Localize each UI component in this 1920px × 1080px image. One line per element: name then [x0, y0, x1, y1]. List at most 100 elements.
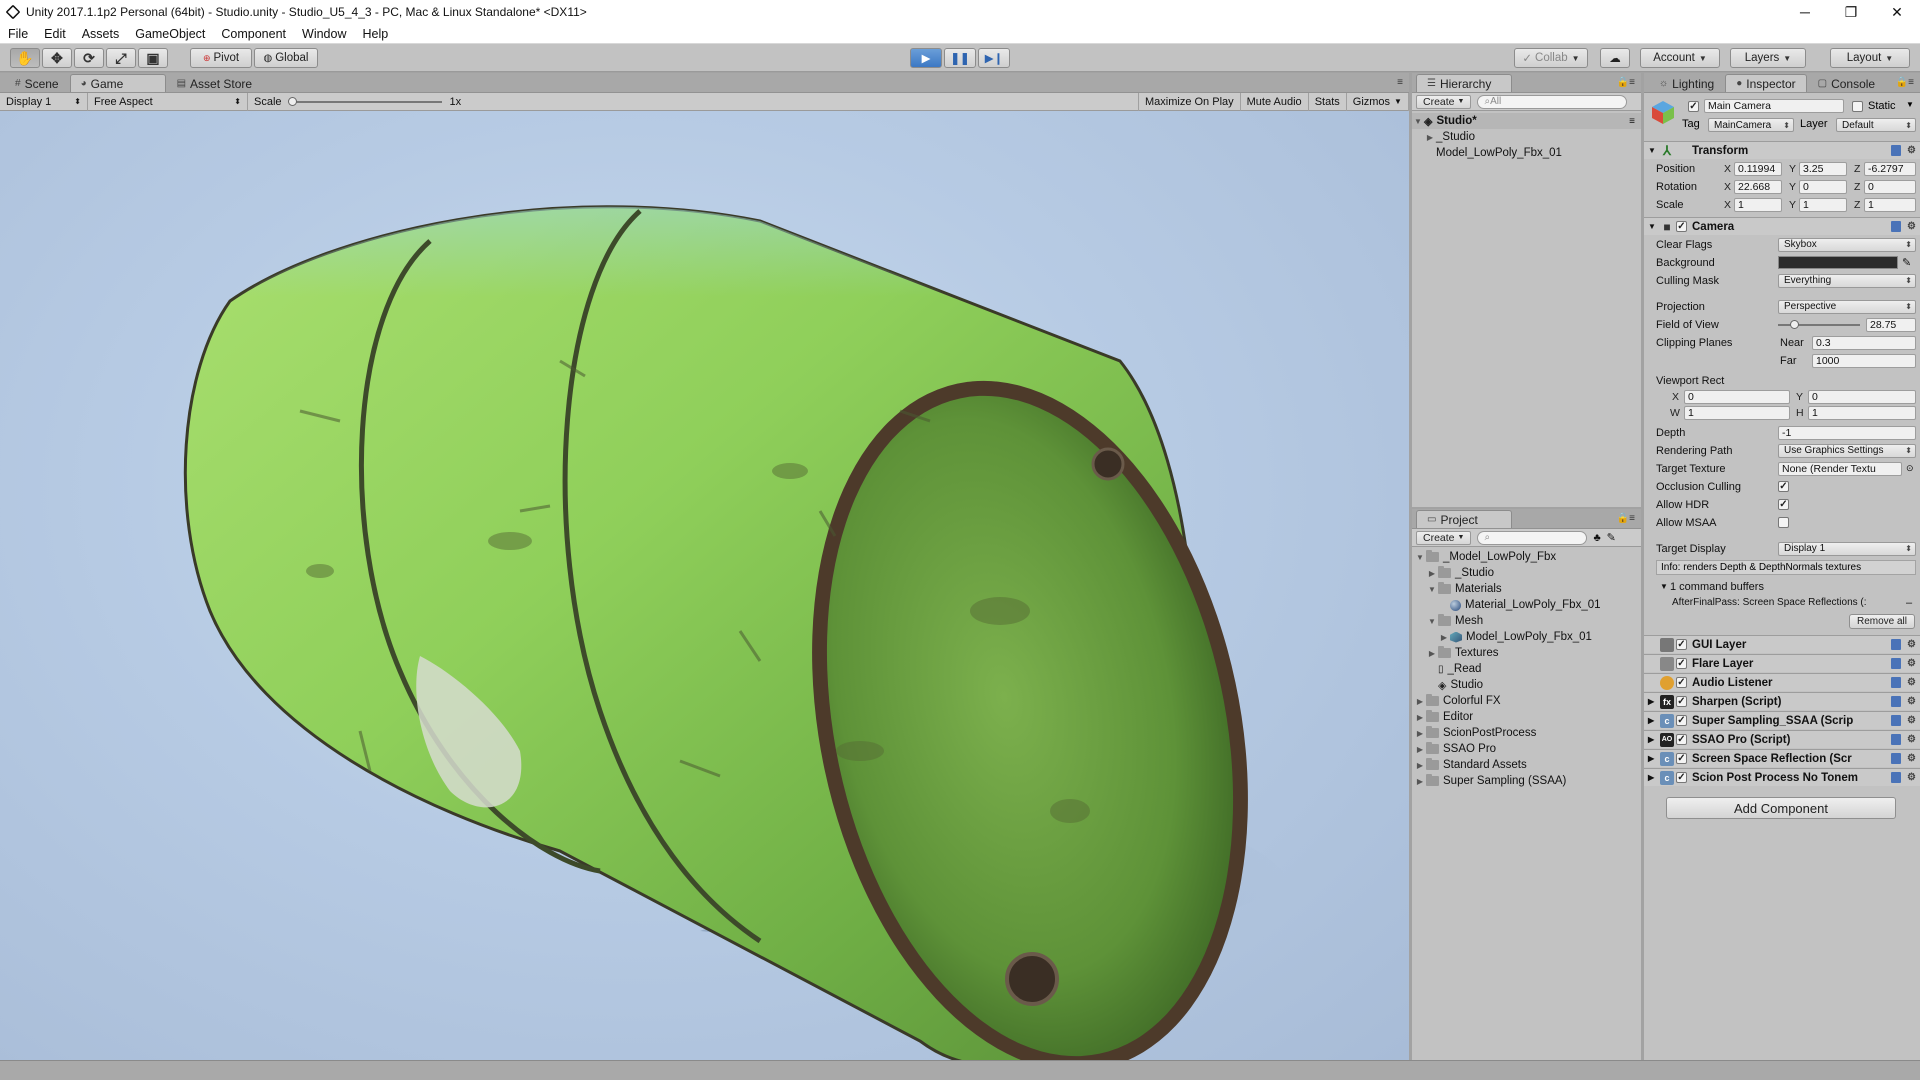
rotation-y-field[interactable]: 0 [1799, 179, 1847, 194]
projection-dropdown[interactable]: Perspective [1778, 299, 1916, 314]
cloud-button[interactable]: ☁ [1600, 48, 1630, 68]
menu-file[interactable]: File [0, 27, 36, 41]
add-component-button[interactable]: Add Component [1666, 797, 1896, 819]
help-book-icon[interactable] [1891, 772, 1902, 783]
near-field[interactable]: 0.3 [1812, 335, 1916, 350]
project-item[interactable]: ▶ SSAO Pro [1412, 741, 1641, 757]
move-tool-button[interactable]: ✥ [42, 48, 72, 68]
filter-type-icon[interactable]: ♣ [1593, 532, 1600, 544]
help-book-icon[interactable] [1891, 715, 1902, 726]
component-gui-layer[interactable]: ✓ GUI Layer ⚙ [1644, 635, 1920, 653]
scale-y-field[interactable]: 1 [1799, 197, 1847, 212]
remove-buffer-icon[interactable]: – [1906, 597, 1912, 609]
maximize-button[interactable]: ❐ [1828, 0, 1874, 24]
component-super-sampling[interactable]: ▶ c ✓ Super Sampling_SSAA (Scrip ⚙ [1644, 711, 1920, 729]
project-item[interactable]: ▼ Mesh [1412, 613, 1641, 629]
collapse-arrow-icon[interactable]: ▶ [1438, 633, 1450, 642]
game-view-viewport[interactable] [0, 111, 1409, 1060]
viewport-w-field[interactable]: 1 [1684, 405, 1790, 420]
scale-z-field[interactable]: 1 [1864, 197, 1916, 212]
hierarchy-item-studio[interactable]: ▶ _Studio [1412, 129, 1641, 145]
hand-tool-button[interactable]: ✋ [10, 48, 40, 68]
rect-tool-button[interactable]: ▣ [138, 48, 168, 68]
component-flare-layer[interactable]: ✓ Flare Layer ⚙ [1644, 654, 1920, 672]
gizmos-dropdown[interactable]: Gizmos ▼ [1347, 92, 1409, 111]
expand-arrow-icon[interactable]: ▼ [1648, 146, 1656, 155]
component-enabled-checkbox[interactable]: ✓ [1676, 753, 1687, 764]
help-book-icon[interactable] [1891, 734, 1902, 745]
collapse-arrow-icon[interactable]: ▶ [1414, 761, 1426, 770]
component-enabled-checkbox[interactable]: ✓ [1676, 772, 1687, 783]
project-item[interactable]: ▶ Model_LowPoly_Fbx_01 [1412, 629, 1641, 645]
occlusion-culling-checkbox[interactable]: ✓ [1778, 481, 1789, 492]
tab-hierarchy[interactable]: ☰ Hierarchy [1416, 74, 1512, 92]
component-scion-post-process[interactable]: ▶ c ✓ Scion Post Process No Tonem ⚙ [1644, 768, 1920, 786]
rotation-z-field[interactable]: 0 [1864, 179, 1916, 194]
layers-dropdown[interactable]: Layers ▼ [1730, 48, 1806, 68]
maximize-on-play-toggle[interactable]: Maximize On Play [1138, 92, 1241, 111]
project-item[interactable]: ◈ Studio [1412, 677, 1641, 693]
component-enabled-checkbox[interactable]: ✓ [1676, 715, 1687, 726]
play-button[interactable]: ▶ [910, 48, 942, 68]
object-picker-icon[interactable]: ⊙ [1906, 463, 1914, 474]
position-z-field[interactable]: -6.2797 [1864, 161, 1916, 176]
camera-enabled-checkbox[interactable]: ✓ [1676, 221, 1687, 232]
component-enabled-checkbox[interactable]: ✓ [1676, 734, 1687, 745]
collapse-arrow-icon[interactable]: ▶ [1414, 713, 1426, 722]
component-enabled-checkbox[interactable]: ✓ [1676, 696, 1687, 707]
menu-edit[interactable]: Edit [36, 27, 74, 41]
fov-slider[interactable] [1778, 319, 1860, 329]
fov-slider-thumb[interactable] [1790, 319, 1799, 329]
command-buffers-row[interactable]: ▼ 1 command buffers [1644, 579, 1920, 594]
transform-header[interactable]: ▼ ⅄ Transform ⚙ [1644, 141, 1920, 159]
collapse-arrow-icon[interactable]: ▶ [1648, 773, 1654, 782]
tab-lighting[interactable]: ☼ Lighting [1648, 74, 1725, 92]
rotation-x-field[interactable]: 22.668 [1734, 179, 1782, 194]
component-enabled-checkbox[interactable]: ✓ [1676, 658, 1687, 669]
gear-icon[interactable]: ⚙ [1907, 677, 1916, 688]
gear-icon[interactable]: ⚙ [1907, 696, 1916, 707]
scale-x-field[interactable]: 1 [1734, 197, 1782, 212]
project-item[interactable]: ▼ _Model_LowPoly_Fbx [1412, 549, 1641, 565]
layer-dropdown[interactable]: Default [1836, 118, 1916, 132]
active-checkbox[interactable]: ✓ [1688, 101, 1699, 112]
project-item[interactable]: ▶ Colorful FX [1412, 693, 1641, 709]
position-x-field[interactable]: 0.11994 [1734, 161, 1782, 176]
allow-msaa-checkbox[interactable] [1778, 517, 1789, 528]
clear-flags-dropdown[interactable]: Skybox [1778, 237, 1916, 252]
eyedropper-icon[interactable]: ✎ [1902, 256, 1911, 269]
gear-icon[interactable]: ⚙ [1907, 639, 1916, 650]
project-item[interactable]: ▯ _Read [1412, 661, 1641, 677]
collapse-arrow-icon[interactable]: ▶ [1414, 729, 1426, 738]
fov-field[interactable]: 28.75 [1866, 317, 1916, 332]
menu-gameobject[interactable]: GameObject [127, 27, 213, 41]
viewport-x-field[interactable]: 0 [1684, 389, 1790, 404]
display-dropdown[interactable]: Display 1 ⬍ [0, 92, 88, 111]
collapse-arrow-icon[interactable]: ▶ [1648, 754, 1654, 763]
collapse-arrow-icon[interactable]: ▶ [1426, 649, 1438, 658]
menu-window[interactable]: Window [294, 27, 354, 41]
expand-arrow-icon[interactable]: ▼ [1660, 582, 1668, 591]
hierarchy-create-dropdown[interactable]: Create ▼ [1416, 94, 1472, 109]
panel-menu-icon[interactable]: 🔒≡ [1617, 77, 1635, 88]
background-color-swatch[interactable] [1778, 256, 1898, 269]
project-create-dropdown[interactable]: Create ▼ [1416, 530, 1472, 545]
help-book-icon[interactable] [1891, 145, 1902, 156]
project-item[interactable]: ▶ Super Sampling (SSAA) [1412, 773, 1641, 789]
panel-menu-icon[interactable]: 🔒≡ [1617, 513, 1635, 524]
expand-arrow-icon[interactable]: ▼ [1426, 585, 1438, 594]
gear-icon[interactable]: ⚙ [1907, 145, 1916, 156]
help-book-icon[interactable] [1891, 221, 1902, 232]
remove-all-button[interactable]: Remove all [1849, 614, 1915, 629]
tab-console[interactable]: ▢ Console [1807, 74, 1886, 92]
menu-assets[interactable]: Assets [74, 27, 128, 41]
component-screen-space-reflection[interactable]: ▶ c ✓ Screen Space Reflection (Scr ⚙ [1644, 749, 1920, 767]
account-dropdown[interactable]: Account ▼ [1640, 48, 1720, 68]
close-button[interactable]: ✕ [1874, 0, 1920, 24]
project-item[interactable]: ▶ _Studio [1412, 565, 1641, 581]
collapse-arrow-icon[interactable]: ▶ [1426, 569, 1438, 578]
stats-toggle[interactable]: Stats [1309, 92, 1347, 111]
position-y-field[interactable]: 3.25 [1799, 161, 1847, 176]
menu-help[interactable]: Help [354, 27, 396, 41]
filter-label-icon[interactable]: ✎ [1607, 531, 1616, 544]
